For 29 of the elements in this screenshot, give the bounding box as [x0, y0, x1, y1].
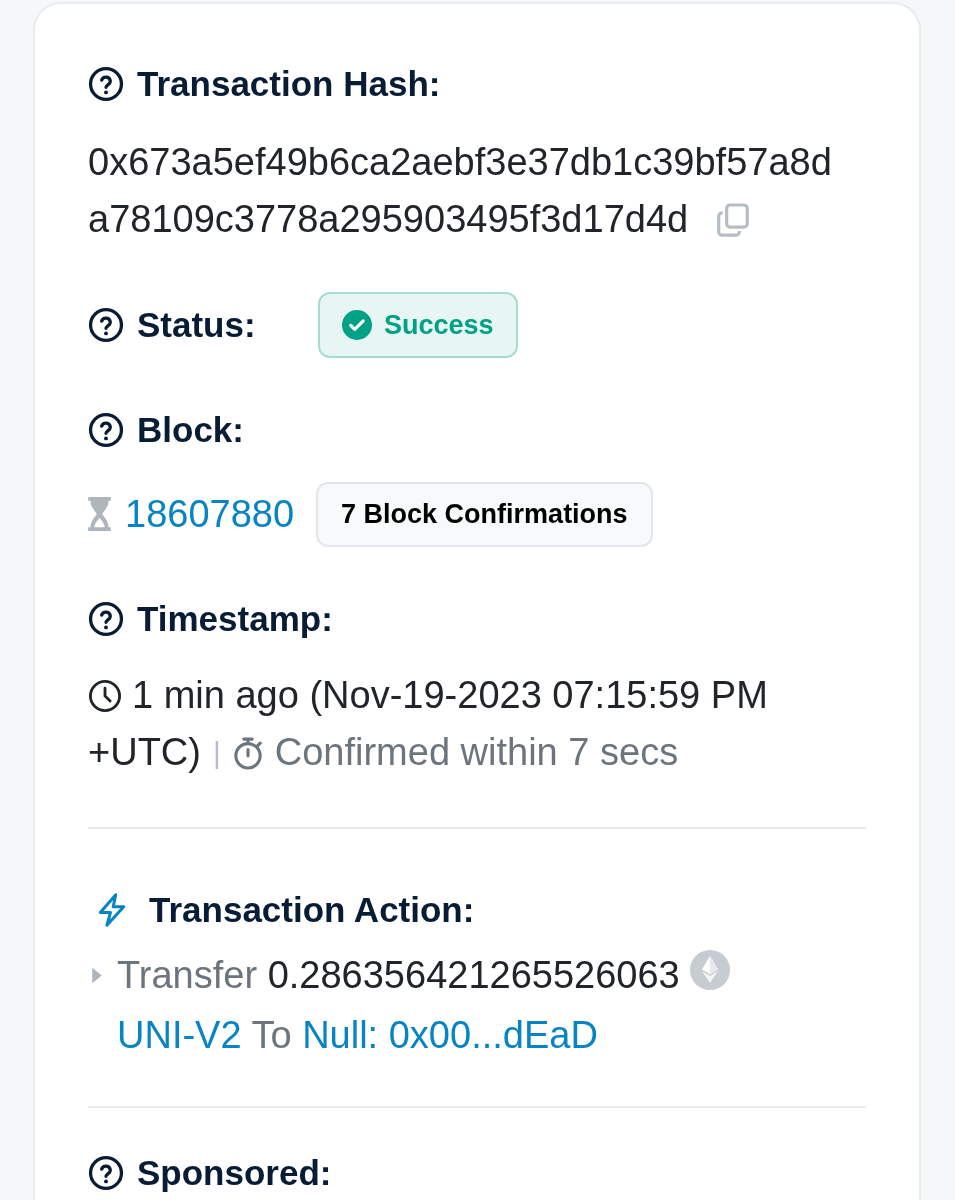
help-icon[interactable]: [88, 601, 124, 637]
block-number-link[interactable]: 18607880: [125, 492, 295, 536]
transaction-hash: 0x673a5ef49b6ca2aebf3e37db1c39bf57a8d: [88, 140, 832, 185]
clock-icon: [88, 678, 122, 713]
help-icon[interactable]: [88, 412, 124, 448]
check-circle-icon: [342, 310, 372, 340]
timestamp-text: 1 min ago (Nov-19-2023 07:15:59 PM: [132, 673, 768, 718]
help-icon[interactable]: [88, 1155, 124, 1191]
diamond-token-icon: [690, 950, 731, 990]
token-link[interactable]: UNI-V2: [117, 1014, 242, 1056]
transaction-hash: a78109c3778a295903495f3d17d4d: [88, 197, 689, 242]
field-label: Status:: [137, 305, 256, 345]
field-label: Sponsored:: [137, 1153, 332, 1193]
help-icon[interactable]: [88, 307, 124, 343]
help-icon[interactable]: [88, 66, 124, 102]
hourglass-icon: [88, 497, 111, 531]
field-label: Timestamp:: [137, 599, 333, 639]
action-preposition: To: [251, 1014, 292, 1056]
field-label: Transaction Action:: [149, 890, 475, 930]
confirmation-time: Confirmed within 7 secs: [274, 730, 679, 775]
separator: |: [212, 735, 221, 771]
action-verb: Transfer: [117, 954, 258, 996]
field-label: Transaction Hash:: [137, 64, 441, 104]
field-label: Block:: [137, 410, 244, 450]
timestamp-text: +UTC): [88, 730, 201, 775]
confirmations-badge: 7 Block Confirmations: [316, 481, 653, 547]
status-text: Success: [384, 309, 494, 341]
transfer-amount: 0.286356421265526063: [267, 954, 680, 996]
address-link[interactable]: Null: 0x00...dEaD: [302, 1014, 598, 1056]
